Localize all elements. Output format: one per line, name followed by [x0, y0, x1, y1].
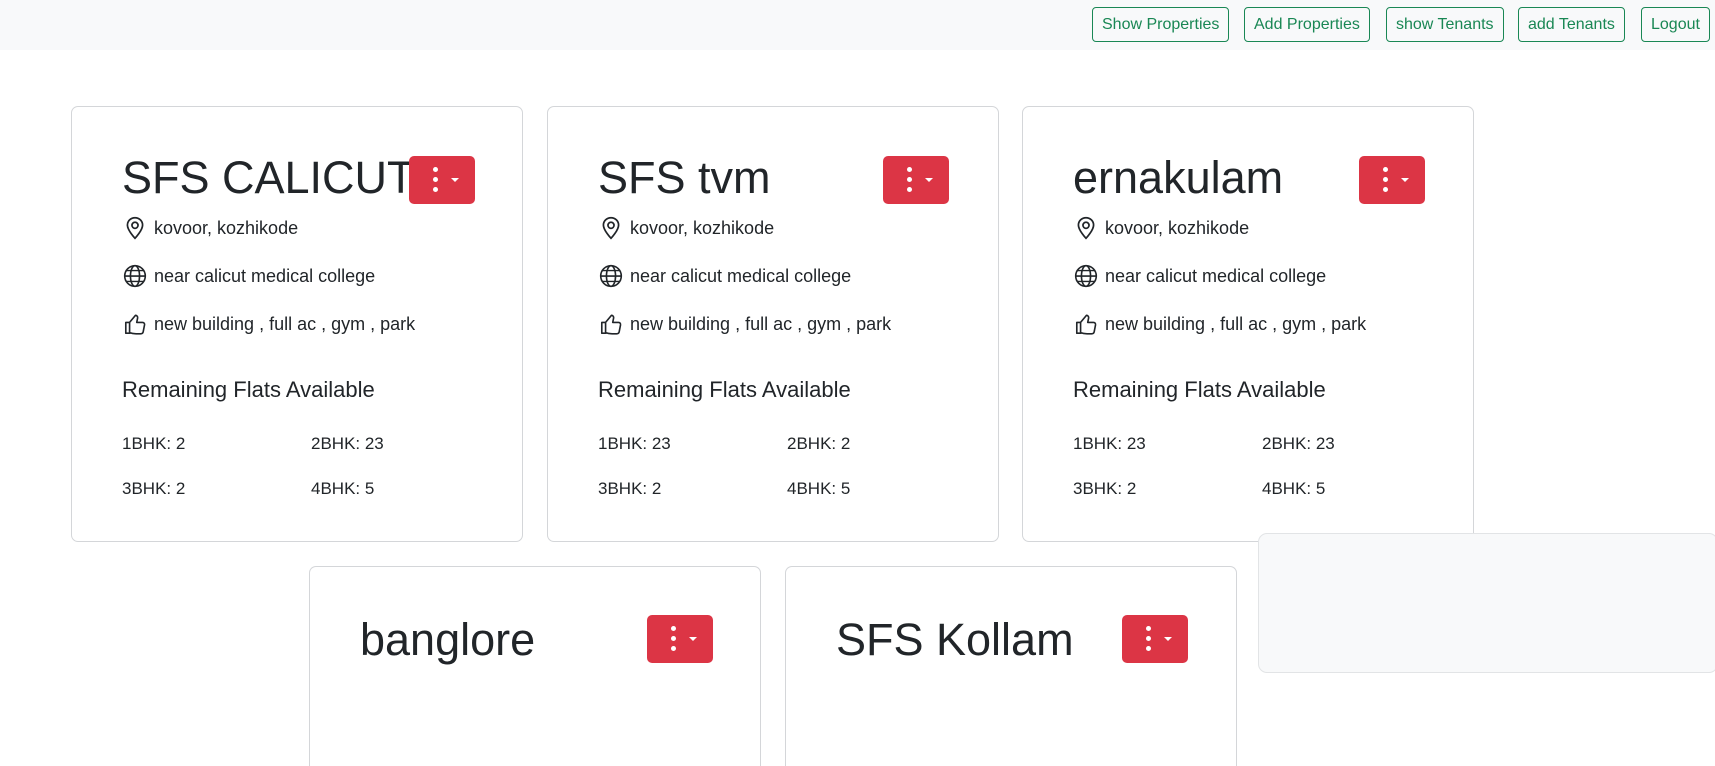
flat-count-3bhk: 3BHK: 2 [122, 479, 186, 498]
property-card: SFS CALICUT kovoor, kozhikode near calic… [71, 106, 523, 542]
location-row: kovoor, kozhikode [122, 213, 298, 243]
add-properties-button[interactable]: Add Properties [1244, 7, 1370, 42]
caret-down-icon [1401, 178, 1409, 182]
thumbs-up-icon [122, 311, 148, 337]
globe-icon [122, 263, 148, 289]
geo-alt-icon [598, 215, 624, 241]
show-properties-button[interactable]: Show Properties [1092, 7, 1230, 42]
remaining-flats-heading: Remaining Flats Available [122, 377, 375, 402]
location-row: kovoor, kozhikode [598, 213, 774, 243]
remaining-flats-heading: Remaining Flats Available [1073, 377, 1326, 402]
landmark-text: near calicut medical college [154, 265, 376, 286]
kebab-menu-icon [433, 167, 438, 193]
property-title: SFS Kollam [836, 614, 1074, 665]
caret-down-icon [451, 178, 459, 182]
property-card: ernakulam kovoor, kozhikode near calicut… [1022, 106, 1474, 542]
location-text: kovoor, kozhikode [154, 217, 299, 238]
landmark-text: near calicut medical college [1105, 265, 1327, 286]
property-title: SFS tvm [598, 152, 771, 203]
flat-count-1bhk: 1BHK: 23 [598, 434, 671, 453]
property-card: banglore [309, 566, 761, 766]
flat-count-2bhk: 2BHK: 2 [787, 434, 851, 453]
property-menu-button[interactable] [647, 615, 713, 663]
location-text: kovoor, kozhikode [1105, 217, 1250, 238]
kebab-menu-icon [671, 626, 676, 652]
flat-count-2bhk: 2BHK: 23 [1262, 434, 1335, 453]
caret-down-icon [1164, 637, 1172, 641]
thumbs-up-icon [598, 311, 624, 337]
property-title: ernakulam [1073, 152, 1284, 203]
landmark-text: near calicut medical college [630, 265, 852, 286]
caret-down-icon [689, 637, 697, 641]
top-navbar: Show Properties Add Properties show Tena… [0, 0, 1715, 50]
features-text: new building , full ac , gym , park [154, 313, 416, 334]
show-tenants-button[interactable]: show Tenants [1386, 7, 1504, 42]
globe-icon [1073, 263, 1099, 289]
features-row: new building , full ac , gym , park [598, 309, 891, 339]
property-menu-button[interactable] [883, 156, 949, 204]
add-tenants-button[interactable]: add Tenants [1518, 7, 1625, 42]
flat-count-1bhk: 1BHK: 23 [1073, 434, 1146, 453]
flat-count-2bhk: 2BHK: 23 [311, 434, 384, 453]
flat-count-3bhk: 3BHK: 2 [1073, 479, 1137, 498]
features-text: new building , full ac , gym , park [630, 313, 892, 334]
location-text: kovoor, kozhikode [630, 217, 775, 238]
thumbs-up-icon [1073, 311, 1099, 337]
property-title: banglore [360, 614, 536, 665]
kebab-menu-icon [907, 167, 912, 193]
kebab-menu-icon [1383, 167, 1388, 193]
flat-count-3bhk: 3BHK: 2 [598, 479, 662, 498]
overlay-panel [1258, 533, 1715, 673]
features-row: new building , full ac , gym , park [1073, 309, 1366, 339]
property-menu-button[interactable] [1122, 615, 1188, 663]
location-row: kovoor, kozhikode [1073, 213, 1249, 243]
flat-count-1bhk: 1BHK: 2 [122, 434, 186, 453]
property-menu-button[interactable] [409, 156, 475, 204]
geo-alt-icon [122, 215, 148, 241]
geo-alt-icon [1073, 215, 1099, 241]
globe-icon [598, 263, 624, 289]
kebab-menu-icon [1146, 626, 1151, 652]
features-row: new building , full ac , gym , park [122, 309, 415, 339]
property-card: SFS tvm kovoor, kozhikode near calicut m… [547, 106, 999, 542]
property-title: SFS CALICUT [122, 152, 415, 203]
property-menu-button[interactable] [1359, 156, 1425, 204]
landmark-row: near calicut medical college [598, 261, 851, 291]
landmark-row: near calicut medical college [1073, 261, 1326, 291]
logout-button[interactable]: Logout [1641, 7, 1710, 42]
landmark-row: near calicut medical college [122, 261, 375, 291]
features-text: new building , full ac , gym , park [1105, 313, 1367, 334]
property-card: SFS Kollam [785, 566, 1237, 766]
flat-count-4bhk: 4BHK: 5 [787, 479, 851, 498]
caret-down-icon [925, 178, 933, 182]
remaining-flats-heading: Remaining Flats Available [598, 377, 851, 402]
flat-count-4bhk: 4BHK: 5 [1262, 479, 1326, 498]
flat-count-4bhk: 4BHK: 5 [311, 479, 375, 498]
